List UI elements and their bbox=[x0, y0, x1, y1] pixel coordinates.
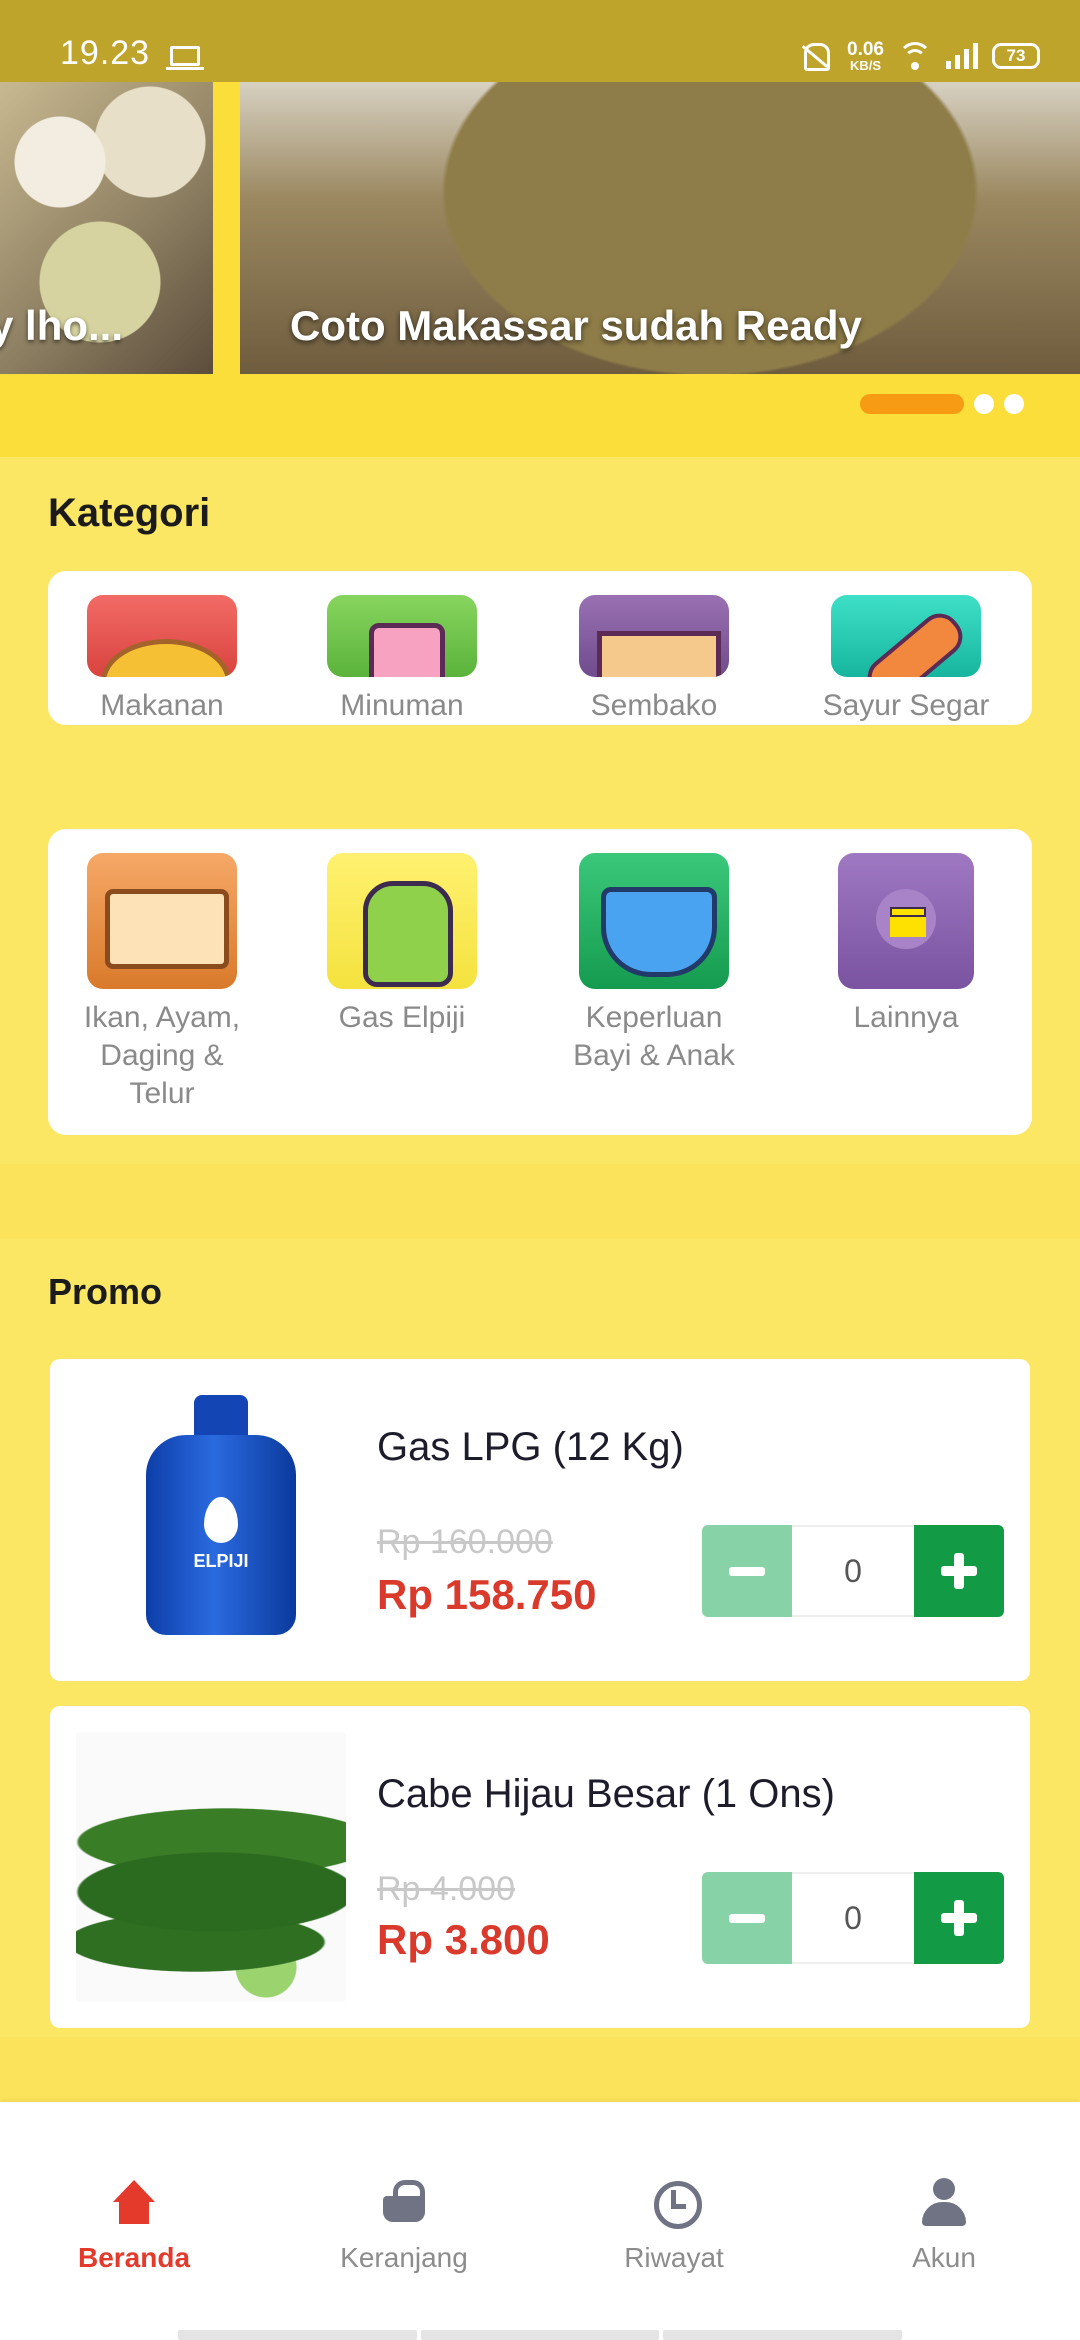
history-icon bbox=[649, 2178, 702, 2229]
decrease-button[interactable] bbox=[702, 1525, 792, 1617]
nav-label: Riwayat bbox=[624, 2242, 724, 2273]
nav-label: Beranda bbox=[77, 2242, 191, 2273]
product-price-old: Rp 160.000 bbox=[377, 1523, 553, 1561]
net-speed: 0.06 KB/S bbox=[847, 40, 884, 72]
category-label: Minuman bbox=[340, 689, 464, 722]
category-section: Kategori Makanan Minuman Sembako Sayur S… bbox=[0, 457, 1080, 1164]
product-name: Cabe Hijau Besar (1 Ons) bbox=[377, 1772, 835, 1816]
product-image-lpg: ELPIJI bbox=[76, 1385, 346, 1655]
mute-bell-icon bbox=[797, 41, 833, 71]
nav-beranda[interactable]: Beranda bbox=[34, 2178, 234, 2274]
net-speed-value: 0.06 bbox=[847, 39, 884, 60]
menu-icon bbox=[838, 853, 974, 989]
carousel-dot bbox=[974, 394, 994, 414]
increase-button[interactable] bbox=[914, 1872, 1004, 1964]
banner-prev-caption: y lho... bbox=[0, 302, 124, 349]
drink-cup-icon bbox=[327, 595, 477, 677]
product-card[interactable]: ELPIJI Gas LPG (12 Kg) Rp 160.000 Rp 158… bbox=[50, 1359, 1030, 1681]
quantity-value[interactable]: 0 bbox=[792, 1872, 914, 1964]
home-icon bbox=[109, 2178, 159, 2228]
category-card-row2: Ikan, Ayam, Daging & Telur Gas Elpiji Ke… bbox=[48, 829, 1032, 1135]
banner-caption: Coto Makassar sudah Ready bbox=[290, 302, 862, 349]
carousel-dot bbox=[1004, 394, 1024, 414]
quantity-stepper: 0 bbox=[702, 1872, 1004, 1964]
category-item-minuman[interactable]: Minuman bbox=[276, 571, 528, 725]
quantity-value[interactable]: 0 bbox=[792, 1525, 914, 1617]
nav-label: Keranjang bbox=[340, 2242, 468, 2273]
category-title: Kategori bbox=[48, 491, 211, 535]
product-price-new: Rp 158.750 bbox=[377, 1571, 597, 1618]
status-icons: 0.06 KB/S 73 bbox=[797, 36, 1040, 76]
increase-button[interactable] bbox=[914, 1525, 1004, 1617]
product-name: Gas LPG (12 Kg) bbox=[377, 1425, 684, 1469]
signal-icon bbox=[946, 43, 978, 69]
quantity-stepper: 0 bbox=[702, 1525, 1004, 1617]
nav-keranjang[interactable]: Keranjang bbox=[304, 2178, 504, 2274]
category-item-sayur-segar[interactable]: Sayur Segar bbox=[780, 571, 1032, 725]
user-icon bbox=[919, 2178, 969, 2228]
category-label: Makanan bbox=[100, 689, 224, 722]
carousel-indicator bbox=[860, 394, 1024, 414]
cast-icon bbox=[166, 46, 204, 70]
carrot-icon bbox=[831, 595, 981, 677]
category-label: Keperluan Bayi & Anak bbox=[573, 1001, 735, 1072]
diaper-icon bbox=[579, 853, 729, 989]
category-item-gas-elpiji[interactable]: Gas Elpiji bbox=[276, 829, 528, 1135]
gas-cylinder-icon bbox=[327, 853, 477, 989]
product-price-new: Rp 3.800 bbox=[377, 1916, 550, 1963]
category-label: Ikan, Ayam, Daging & Telur bbox=[83, 1001, 241, 1110]
fried-chicken-icon bbox=[87, 595, 237, 677]
category-item-bayi-anak[interactable]: Keperluan Bayi & Anak bbox=[528, 829, 780, 1135]
wifi-icon bbox=[898, 42, 932, 70]
category-item-ikan-ayam[interactable]: Ikan, Ayam, Daging & Telur bbox=[48, 829, 276, 1135]
banner-slide-prev[interactable]: y lho... bbox=[0, 82, 213, 374]
promo-title: Promo bbox=[48, 1271, 163, 1312]
product-image-brand: ELPIJI bbox=[193, 1551, 249, 1571]
tofu-icon bbox=[87, 853, 237, 989]
net-speed-unit: KB/S bbox=[849, 58, 882, 73]
gesture-bar bbox=[178, 2330, 903, 2340]
promo-section: Promo ELPIJI Gas LPG (12 Kg) Rp 160.000 … bbox=[0, 1239, 1080, 2037]
nav-akun[interactable]: Akun bbox=[844, 2178, 1044, 2274]
product-card[interactable]: Cabe Hijau Besar (1 Ons) Rp 4.000 Rp 3.8… bbox=[50, 1706, 1030, 2028]
nav-label: Akun bbox=[912, 2242, 976, 2273]
nav-riwayat[interactable]: Riwayat bbox=[574, 2178, 774, 2274]
product-price-old: Rp 4.000 bbox=[377, 1870, 515, 1908]
category-label: Sembako bbox=[590, 689, 718, 722]
category-label: Gas Elpiji bbox=[338, 1001, 466, 1034]
basket-icon bbox=[379, 2178, 429, 2228]
category-item-sembako[interactable]: Sembako bbox=[528, 571, 780, 725]
banner-slide-current[interactable]: Coto Makassar sudah Ready bbox=[240, 82, 1080, 374]
grocery-box-icon bbox=[579, 595, 729, 677]
status-time: 19.23 bbox=[60, 34, 151, 72]
decrease-button[interactable] bbox=[702, 1872, 792, 1964]
product-image-chili bbox=[76, 1732, 346, 2002]
category-label: Lainnya bbox=[853, 1001, 959, 1034]
banner-carousel[interactable]: y lho... Coto Makassar sudah Ready bbox=[0, 82, 1080, 457]
category-label: Sayur Segar bbox=[822, 689, 990, 722]
category-card-row1: Makanan Minuman Sembako Sayur Segar bbox=[48, 571, 1032, 725]
carousel-dot-active bbox=[860, 394, 964, 414]
category-item-makanan[interactable]: Makanan bbox=[48, 571, 276, 725]
bottom-navigation: Beranda Keranjang Riwayat Akun bbox=[0, 2102, 1080, 2340]
category-item-lainnya[interactable]: Lainnya bbox=[780, 829, 1032, 1135]
battery-icon: 73 bbox=[992, 43, 1040, 69]
status-bar: 19.23 0.06 KB/S 73 bbox=[0, 0, 1080, 82]
